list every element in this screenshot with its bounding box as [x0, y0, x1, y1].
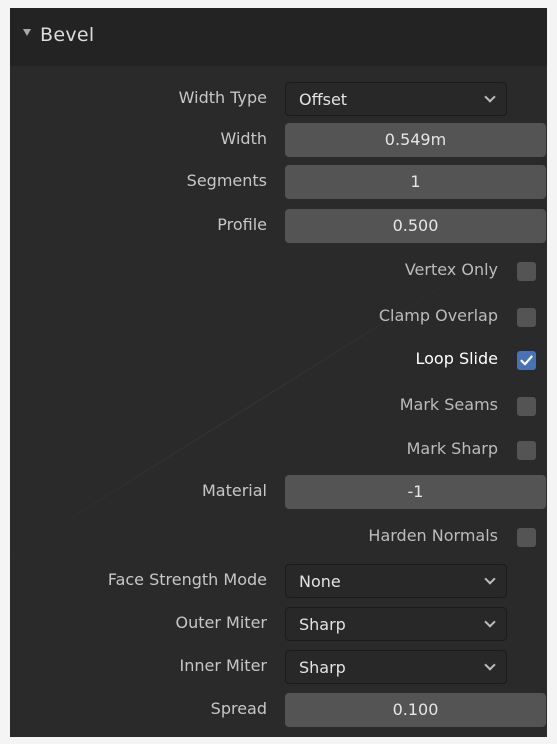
material-field[interactable]: -1: [285, 475, 546, 509]
triangle-down-icon[interactable]: [23, 29, 31, 36]
mark-sharp-row[interactable]: Mark Sharp: [10, 431, 547, 469]
chevron-down-icon: [484, 616, 496, 628]
inner-miter-label: Inner Miter: [179, 656, 267, 675]
vertex-only-label: Vertex Only: [404, 260, 498, 279]
chevron-down-icon: [484, 573, 496, 585]
width-label: Width: [220, 129, 267, 148]
chevron-down-icon: [484, 659, 496, 671]
face-strength-mode-row: Face Strength Mode None: [10, 562, 547, 600]
vertex-only-checkbox[interactable]: [517, 262, 536, 281]
width-type-dropdown[interactable]: Offset: [285, 82, 507, 116]
clamp-overlap-label: Clamp Overlap: [378, 306, 498, 325]
panel-title: Bevel: [40, 24, 95, 46]
spread-field[interactable]: 0.100: [285, 693, 546, 727]
clamp-overlap-checkbox[interactable]: [517, 308, 536, 327]
outer-miter-row: Outer Miter Sharp: [10, 605, 547, 643]
mark-seams-row[interactable]: Mark Seams: [10, 387, 547, 425]
face-strength-mode-label: Face Strength Mode: [107, 570, 267, 589]
face-strength-mode-value: None: [299, 572, 341, 591]
loop-slide-checkbox[interactable]: [517, 351, 536, 370]
harden-normals-label: Harden Normals: [368, 526, 498, 545]
harden-normals-row[interactable]: Harden Normals: [10, 518, 547, 556]
outer-miter-value: Sharp: [299, 615, 346, 634]
face-strength-mode-dropdown[interactable]: None: [285, 564, 507, 598]
mark-sharp-label: Mark Sharp: [406, 439, 498, 458]
inner-miter-dropdown[interactable]: Sharp: [285, 650, 507, 684]
profile-field[interactable]: 0.500: [285, 209, 546, 243]
profile-label: Profile: [217, 215, 267, 234]
width-row: Width 0.549m: [10, 121, 547, 159]
spread-row: Spread 0.100: [10, 691, 547, 729]
vertex-only-row[interactable]: Vertex Only: [10, 252, 547, 290]
segments-row: Segments 1: [10, 163, 547, 201]
bevel-panel: Bevel Width Type Offset Width 0.549m Seg…: [10, 8, 547, 737]
chevron-down-icon: [484, 91, 496, 103]
inner-miter-value: Sharp: [299, 658, 346, 677]
segments-label: Segments: [186, 171, 267, 190]
spread-label: Spread: [210, 699, 267, 718]
checkmark-icon: [520, 355, 533, 366]
mark-sharp-checkbox[interactable]: [517, 441, 536, 460]
material-row: Material -1: [10, 473, 547, 511]
width-type-row: Width Type Offset: [10, 80, 547, 118]
mark-seams-checkbox[interactable]: [517, 397, 536, 416]
width-type-value: Offset: [299, 90, 348, 109]
outer-miter-dropdown[interactable]: Sharp: [285, 607, 507, 641]
width-type-label: Width Type: [178, 88, 267, 107]
panel-header[interactable]: Bevel: [10, 8, 547, 66]
clamp-overlap-row[interactable]: Clamp Overlap: [10, 298, 547, 336]
profile-row: Profile 0.500: [10, 207, 547, 245]
loop-slide-label: Loop Slide: [415, 349, 499, 368]
mark-seams-label: Mark Seams: [399, 395, 498, 414]
segments-field[interactable]: 1: [285, 165, 546, 199]
loop-slide-row[interactable]: Loop Slide: [10, 341, 547, 379]
material-label: Material: [202, 481, 267, 500]
width-field[interactable]: 0.549m: [285, 123, 546, 157]
outer-miter-label: Outer Miter: [175, 613, 267, 632]
inner-miter-row: Inner Miter Sharp: [10, 648, 547, 686]
harden-normals-checkbox[interactable]: [517, 528, 536, 547]
